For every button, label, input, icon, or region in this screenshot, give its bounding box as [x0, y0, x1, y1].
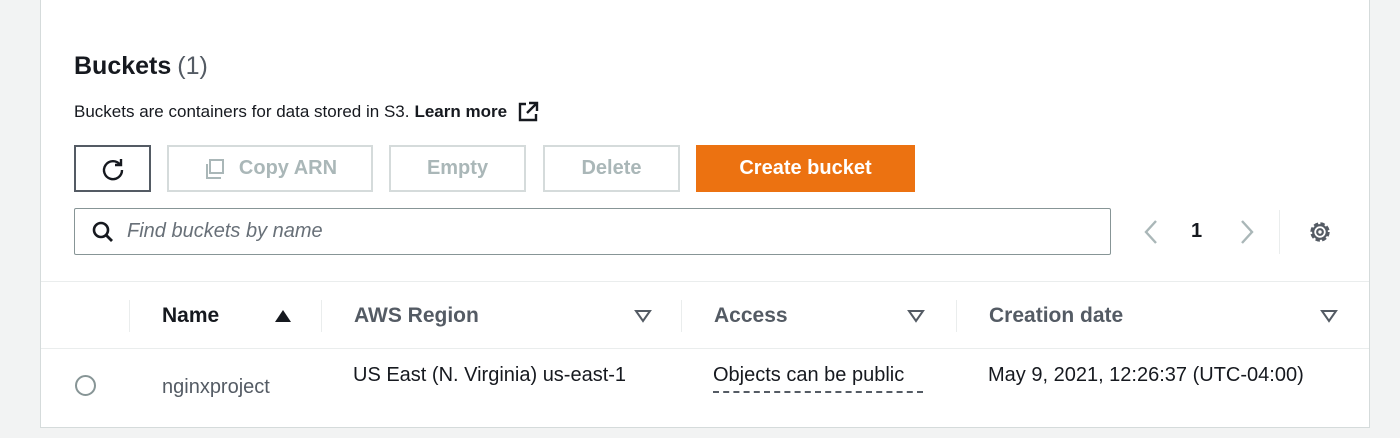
access-text: Objects can be public	[713, 359, 923, 393]
gear-icon	[1310, 222, 1330, 242]
column-divider	[321, 300, 322, 332]
search-icon	[92, 221, 113, 242]
delete-button[interactable]: Delete	[543, 145, 680, 192]
sort-toggle-icon[interactable]	[634, 282, 652, 350]
table-header: Name AWS Region Access Creation date	[41, 281, 1369, 349]
column-header-creation-date[interactable]: Creation date	[989, 282, 1123, 350]
previous-page-button[interactable]	[1139, 218, 1165, 246]
create-bucket-label: Create bucket	[739, 157, 872, 179]
column-divider	[681, 300, 682, 332]
buckets-panel: Buckets (1) Buckets are containers for da…	[40, 0, 1370, 428]
empty-label: Empty	[426, 157, 489, 179]
sort-toggle-icon[interactable]	[907, 282, 925, 350]
bucket-count: (1)	[177, 52, 208, 80]
description: Buckets are containers for data stored i…	[74, 101, 539, 123]
table-row[interactable]: nginxproject US East (N. Virginia) us-ea…	[41, 349, 1369, 427]
preferences-button[interactable]	[1306, 218, 1334, 246]
bucket-region: US East (N. Virginia) us-east-1	[353, 364, 627, 386]
current-page-number[interactable]: 1	[1191, 220, 1202, 243]
next-page-button[interactable]	[1233, 218, 1259, 246]
bucket-access[interactable]: Objects can be public	[713, 359, 933, 393]
column-header-region[interactable]: AWS Region	[354, 282, 479, 350]
sort-ascending-icon[interactable]	[274, 282, 292, 350]
external-link-icon[interactable]	[517, 101, 539, 123]
column-header-name[interactable]: Name	[162, 282, 219, 350]
search-input[interactable]	[127, 220, 1087, 243]
pager-divider	[1279, 210, 1280, 254]
create-bucket-button[interactable]: Create bucket	[696, 145, 915, 192]
bucket-creation-date: May 9, 2021, 12:26:37 (UTC-04:00)	[988, 364, 1304, 386]
copy-arn-button[interactable]: Copy ARN	[167, 145, 373, 192]
delete-label: Delete	[581, 157, 642, 179]
learn-more-link[interactable]: Learn more	[414, 102, 507, 122]
refresh-button[interactable]	[74, 145, 151, 192]
row-select-radio[interactable]	[75, 375, 96, 396]
empty-button[interactable]: Empty	[389, 145, 526, 192]
column-divider	[129, 300, 130, 332]
description-text: Buckets are containers for data stored i…	[74, 102, 410, 121]
chevron-right-icon	[1241, 220, 1254, 244]
column-divider	[956, 300, 957, 332]
column-header-access[interactable]: Access	[714, 282, 788, 350]
sort-toggle-icon[interactable]	[1320, 282, 1338, 350]
bucket-name-link[interactable]: nginxproject	[162, 371, 270, 403]
chevron-left-icon	[1144, 220, 1157, 244]
title-text: Buckets	[74, 52, 172, 80]
copy-icon	[205, 158, 224, 179]
search-box	[74, 208, 1111, 255]
refresh-icon	[102, 158, 123, 180]
copy-arn-label: Copy ARN	[238, 157, 338, 179]
page-title: Buckets (1)	[74, 52, 208, 81]
